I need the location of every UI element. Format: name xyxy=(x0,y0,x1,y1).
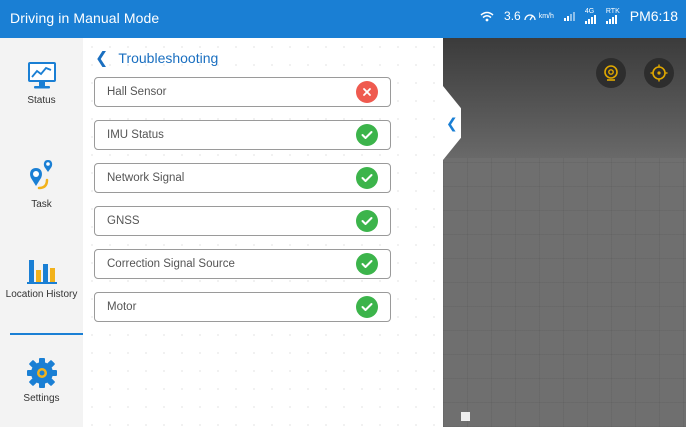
sidebar-item-location-history[interactable]: Location History xyxy=(0,254,83,300)
diagnostic-row-hall-sensor[interactable]: Hall Sensor xyxy=(94,77,391,107)
diagnostic-name: Motor xyxy=(107,301,137,313)
diagnostic-row-gnss[interactable]: GNSS xyxy=(94,206,391,236)
diagnostic-name: Hall Sensor xyxy=(107,86,167,98)
page-title: Troubleshooting xyxy=(118,50,219,66)
diagnostic-row-imu-status[interactable]: IMU Status xyxy=(94,120,391,150)
clock: PM6:18 xyxy=(629,8,678,24)
wifi-icon xyxy=(480,11,494,21)
panel-header: ❮ Troubleshooting xyxy=(95,48,218,68)
diagnostic-row-network-signal[interactable]: Network Signal xyxy=(94,163,391,193)
sidebar: Status Task Location History Settings xyxy=(0,38,84,427)
sidebar-item-settings[interactable]: Settings xyxy=(0,356,83,404)
cellular-signal-icon xyxy=(563,11,575,21)
camera-icon xyxy=(604,65,618,81)
diagnostic-row-correction-signal-source[interactable]: Correction Signal Source xyxy=(94,249,391,279)
bar-chart-icon xyxy=(26,260,57,284)
sidebar-item-label: Settings xyxy=(23,393,60,404)
location-pins-icon xyxy=(29,160,52,190)
active-indicator xyxy=(10,333,83,335)
speed-unit: km/h xyxy=(538,12,554,20)
speed-value: 3.6 xyxy=(504,9,521,23)
check-icon xyxy=(356,296,378,318)
diagnostic-name: Correction Signal Source xyxy=(107,258,235,270)
collapse-panel-button[interactable]: ❮ xyxy=(443,86,461,160)
monitor-chart-icon xyxy=(27,62,56,89)
diagnostic-name: IMU Status xyxy=(107,129,164,141)
signal2-label: RTK xyxy=(605,8,620,15)
back-chevron-icon[interactable]: ❮ xyxy=(95,48,108,68)
ground-plane xyxy=(443,158,686,427)
signal-4g-icon xyxy=(584,15,596,24)
signal-rtk-icon xyxy=(605,15,617,24)
check-icon xyxy=(356,253,378,275)
signal1-label: 4G xyxy=(584,8,595,15)
locate-button[interactable] xyxy=(644,58,674,88)
check-icon xyxy=(356,124,378,146)
sidebar-item-label: Task xyxy=(31,199,52,210)
camera-button[interactable] xyxy=(596,58,626,88)
crosshair-icon xyxy=(650,64,668,82)
status-indicators: 3.6 km/h 4G RTK PM6:18 xyxy=(480,8,678,24)
check-icon xyxy=(356,210,378,232)
minimap-toggle[interactable] xyxy=(461,412,470,421)
sidebar-item-label: Location History xyxy=(5,289,78,300)
sidebar-item-status[interactable]: Status xyxy=(0,58,83,106)
camera-view[interactable]: ❮ xyxy=(443,38,686,427)
gear-icon xyxy=(26,358,57,388)
speed-readout: 3.6 km/h xyxy=(504,9,554,23)
sidebar-item-label: Status xyxy=(27,95,56,106)
mode-title: Driving in Manual Mode xyxy=(10,10,160,26)
sidebar-item-task[interactable]: Task xyxy=(0,158,83,210)
diagnostic-name: Network Signal xyxy=(107,172,185,184)
troubleshooting-panel: ❮ Troubleshooting Hall Sensor IMU Status… xyxy=(83,38,443,427)
check-icon xyxy=(356,167,378,189)
diagnostic-row-motor[interactable]: Motor xyxy=(94,292,391,322)
chevron-left-icon: ❮ xyxy=(446,114,458,131)
diagnostic-name: GNSS xyxy=(107,215,140,227)
status-bar: Driving in Manual Mode 3.6 km/h 4G RTK P… xyxy=(0,0,686,38)
speedometer-icon xyxy=(524,13,536,20)
error-icon xyxy=(356,81,378,103)
